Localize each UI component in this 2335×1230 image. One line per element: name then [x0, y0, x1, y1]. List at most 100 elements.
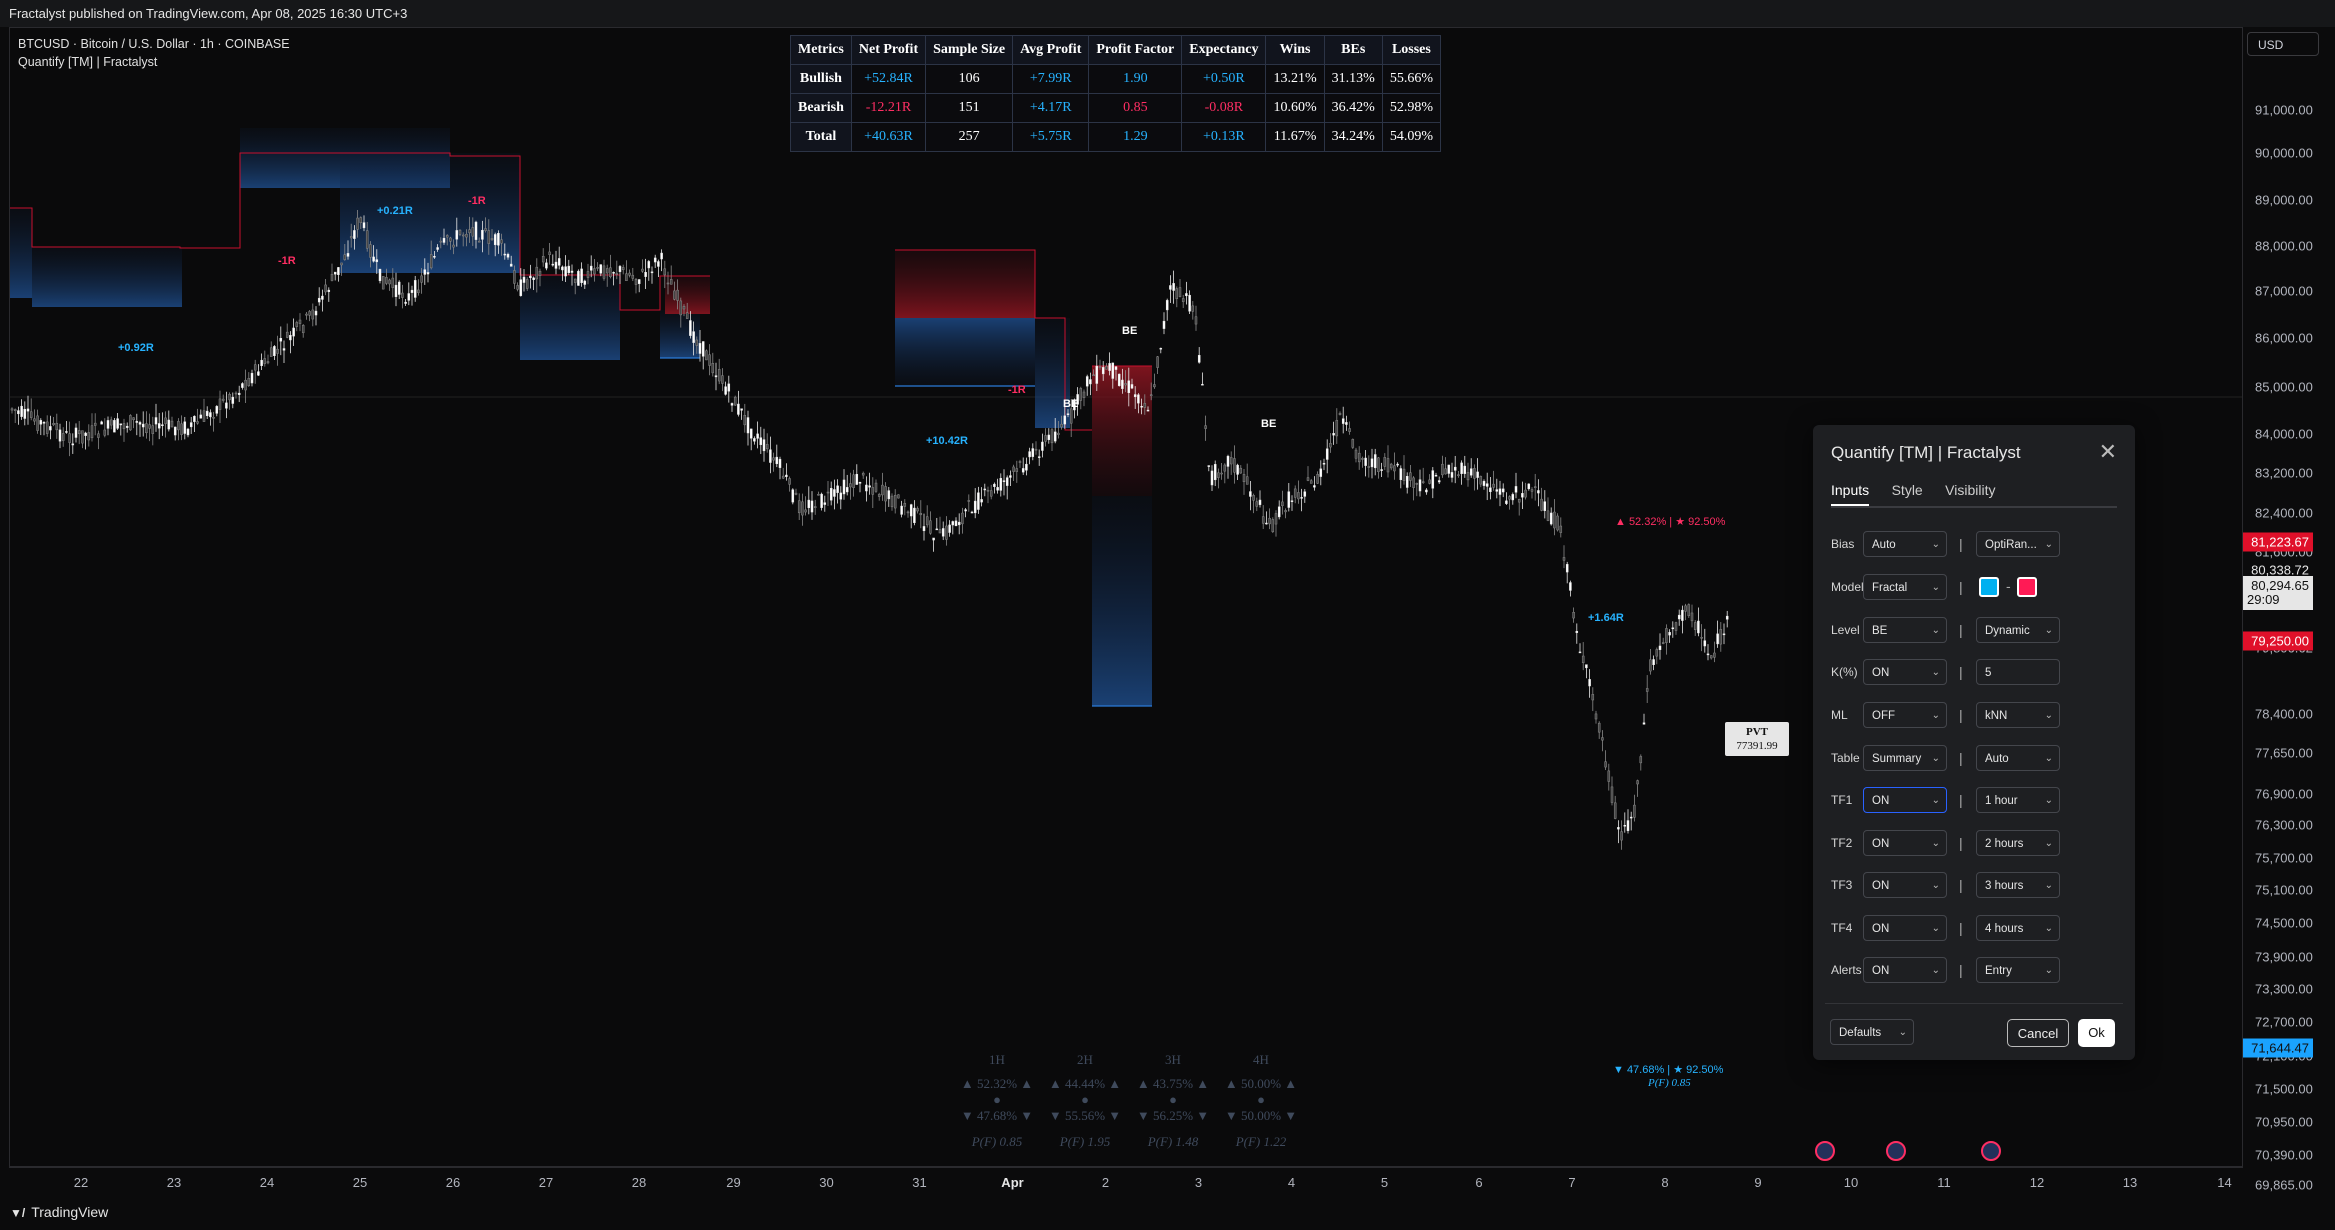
- tf3-toggle-select[interactable]: ON ⌄: [1863, 872, 1947, 898]
- candle-body: [157, 423, 161, 429]
- chevron-down-icon: ⌄: [2044, 965, 2053, 976]
- tf4-timeframe-select[interactable]: 4 hours ⌄: [1976, 915, 2060, 941]
- candle-body: [487, 230, 491, 244]
- level-select[interactable]: BE ⌄: [1863, 617, 1947, 643]
- trade-annotation: BE: [1122, 325, 1138, 337]
- tf2-toggle-select[interactable]: ON ⌄: [1863, 830, 1947, 856]
- bear-color-swatch[interactable]: [2017, 577, 2037, 597]
- candle-body: [900, 505, 903, 515]
- candle-body: [1028, 451, 1031, 458]
- chevron-down-icon: ⌄: [2044, 923, 2053, 934]
- ml-toggle-select[interactable]: OFF ⌄: [1863, 702, 1947, 728]
- currency-select[interactable]: USD: [2247, 32, 2319, 56]
- event-flag-icon[interactable]: [1815, 1141, 1835, 1161]
- alerts-toggle-select[interactable]: ON ⌄: [1863, 957, 1947, 983]
- bias-select[interactable]: Auto ⌄: [1863, 531, 1947, 557]
- model-select[interactable]: Fractal ⌄: [1863, 574, 1947, 600]
- tf2-timeframe-select[interactable]: 2 hours ⌄: [1976, 830, 2060, 856]
- input-label: Table: [1831, 751, 1860, 765]
- candle-body: [1149, 394, 1153, 396]
- candle-body: [276, 348, 279, 354]
- candle-body: [1009, 475, 1012, 478]
- candle-body: [234, 392, 238, 395]
- level-mode-select[interactable]: Dynamic ⌄: [1976, 617, 2060, 643]
- candle-body: [1303, 491, 1307, 497]
- candle-body: [45, 421, 49, 434]
- candle-body: [321, 295, 324, 300]
- candle-body: [1178, 287, 1182, 297]
- candle-body: [1453, 466, 1457, 471]
- chevron-down-icon: ⌄: [2044, 539, 2053, 550]
- input-value: 5: [1985, 667, 1992, 679]
- tf3-timeframe-select[interactable]: 3 hours ⌄: [1976, 872, 2060, 898]
- candle-body: [1012, 466, 1015, 472]
- ml-model-select[interactable]: kNN ⌄: [1976, 702, 2060, 728]
- price-label: 89,000.00: [2255, 192, 2313, 207]
- candle-body: [1242, 474, 1246, 482]
- time-axis[interactable]: 22 23 24 25 26 27 28 29 30 31 Apr 2 3 4 5 6 7 8 9 10 11 12 13 1…: [9, 1167, 2243, 1196]
- candle-body: [458, 229, 462, 235]
- candle-body: [1565, 564, 1569, 573]
- candle-body: [1057, 432, 1060, 435]
- candle-body: [1066, 413, 1070, 415]
- price-axis[interactable]: USD 91,000.00 90,000.00 89,000.00 88,000.00…: [2243, 27, 2335, 1193]
- table-position-select[interactable]: Auto ⌄: [1976, 745, 2060, 771]
- tab-visibility[interactable]: Visibility: [1945, 482, 1995, 504]
- bias-method-select[interactable]: OptiRan... ⌄: [1976, 531, 2060, 557]
- mtf-pf: P(F) 1.95: [1059, 1134, 1111, 1149]
- candle-body: [1361, 458, 1364, 460]
- k-value-input[interactable]: 5: [1976, 659, 2060, 685]
- candle-body: [781, 475, 785, 479]
- cancel-button[interactable]: Cancel: [2007, 1019, 2069, 1047]
- candle-body: [1002, 480, 1006, 482]
- defaults-button[interactable]: Defaults ⌄: [1830, 1019, 1914, 1045]
- candle-body: [801, 501, 804, 516]
- candle-body: [42, 422, 46, 424]
- candle-body: [1677, 614, 1681, 620]
- date-label: 5: [1380, 1175, 1389, 1190]
- table-mode-select[interactable]: Summary ⌄: [1863, 745, 1947, 771]
- bull-color-swatch[interactable]: [1979, 577, 1999, 597]
- tf4-toggle-select[interactable]: ON ⌄: [1863, 915, 1947, 941]
- k-toggle-select[interactable]: ON ⌄: [1863, 659, 1947, 685]
- candle-body: [839, 492, 843, 500]
- candle-body: [1034, 448, 1038, 451]
- candle-body: [516, 285, 519, 290]
- tab-style[interactable]: Style: [1892, 482, 1923, 504]
- bull-probability-label: ▲ 52.32% | ★ 92.50%: [1615, 516, 1726, 528]
- event-flag-icon[interactable]: [1886, 1141, 1906, 1161]
- tradingview-logo-icon[interactable]: ▼/: [10, 1206, 25, 1220]
- tab-inputs[interactable]: Inputs: [1831, 482, 1870, 506]
- candle-body: [1005, 477, 1009, 486]
- candle-body: [250, 372, 254, 384]
- ok-button[interactable]: Ok: [2078, 1019, 2115, 1047]
- tf1-timeframe-select[interactable]: 1 hour ⌄: [1976, 787, 2060, 813]
- select-value: Dynamic: [1985, 625, 2030, 637]
- separator: |: [1959, 750, 1963, 766]
- symbol-info[interactable]: BTCUSD · Bitcoin / U.S. Dollar · 1h · CO…: [18, 35, 290, 53]
- candle-body: [989, 490, 993, 497]
- chevron-down-icon: ⌄: [1931, 625, 1940, 636]
- indicator-name[interactable]: Quantify [TM] | Fractalyst: [18, 53, 290, 71]
- cell: +7.99R: [1012, 64, 1090, 94]
- row-label: Total: [790, 122, 852, 152]
- candle-body: [701, 341, 705, 357]
- candle-body: [788, 478, 791, 485]
- candle-body: [1553, 511, 1556, 529]
- candle-body: [1322, 463, 1326, 465]
- cell: 1.29: [1088, 122, 1183, 152]
- candle-body: [711, 363, 715, 374]
- alerts-type-select[interactable]: Entry ⌄: [1976, 957, 2060, 983]
- tf1-toggle-select[interactable]: ON ⌄: [1863, 787, 1947, 813]
- event-flag-icon[interactable]: [1981, 1141, 2001, 1161]
- close-icon[interactable]: ✕: [2099, 439, 2117, 465]
- candle-body: [1441, 463, 1444, 476]
- candle-body: [1463, 465, 1467, 474]
- candle-body: [941, 528, 945, 537]
- candle-body: [1549, 512, 1553, 525]
- indicator-settings-dialog: Quantify [TM] | Fractalyst ✕ Inputs Styl…: [1813, 425, 2135, 1060]
- candle-body: [1722, 633, 1726, 636]
- candle-body: [685, 312, 689, 319]
- separator: |: [1959, 622, 1963, 638]
- select-value: OptiRan...: [1985, 539, 2037, 551]
